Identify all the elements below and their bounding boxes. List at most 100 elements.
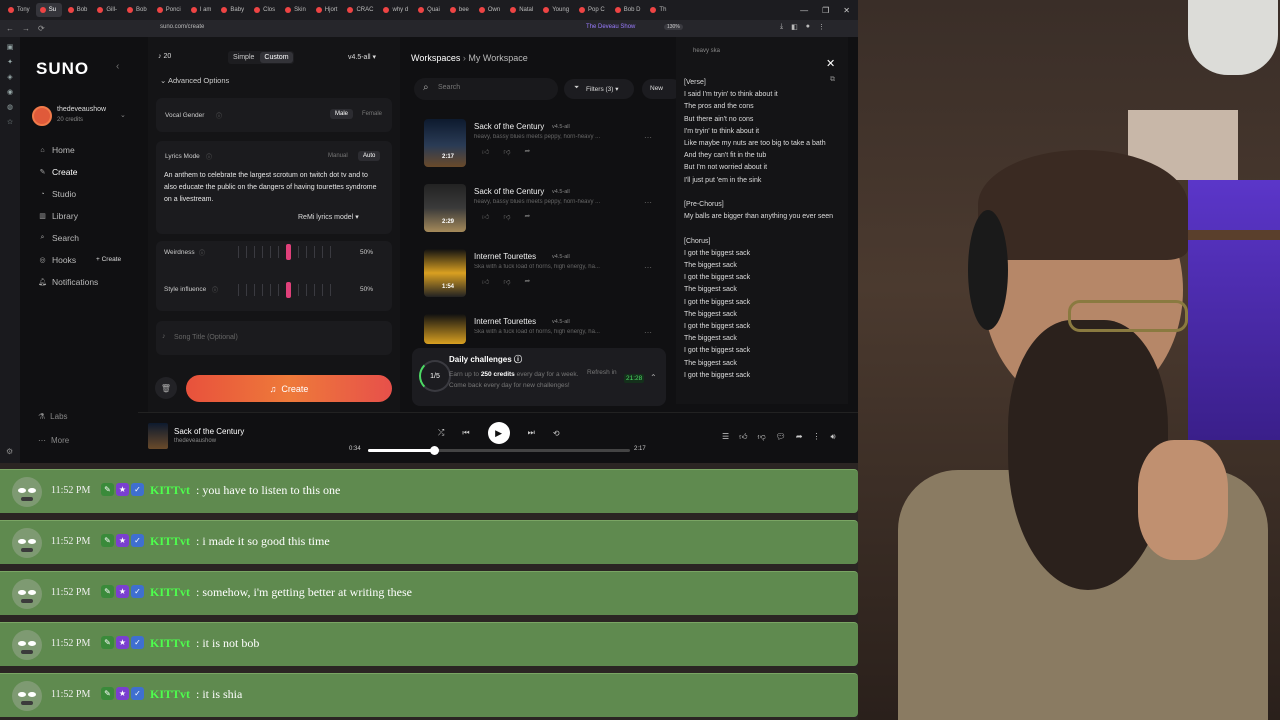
tab-active[interactable]: Su — [35, 3, 62, 17]
queue-icon[interactable]: ☰ — [722, 432, 729, 442]
track-title[interactable]: Sack of the Century — [474, 122, 544, 131]
tab[interactable]: Skin — [281, 3, 310, 17]
filters-button[interactable]: ⏷ Filters (3) ▾ — [564, 79, 634, 99]
minimize-icon[interactable]: — — [800, 6, 808, 15]
lyrics-manual-button[interactable]: Manual — [328, 153, 348, 159]
chat-username[interactable]: KITTvt — [150, 534, 190, 549]
tab[interactable]: Clos — [250, 3, 279, 17]
chat-username[interactable]: KITTvt — [150, 483, 190, 498]
thumbs-up-icon[interactable]: 👍︎ — [482, 277, 489, 286]
next-icon[interactable]: ⏭ — [528, 428, 535, 438]
now-playing-cover[interactable] — [148, 423, 168, 449]
chat-username[interactable]: KITTvt — [150, 585, 190, 600]
info-icon[interactable]: ⓘ — [199, 248, 205, 257]
mode-custom[interactable]: Custom — [260, 52, 293, 63]
mode-simple[interactable]: Simple — [229, 52, 258, 63]
share-icon[interactable]: ➦ — [524, 147, 530, 156]
thumbs-down-icon[interactable]: 👎︎ — [503, 212, 510, 221]
maximize-icon[interactable]: ❐ — [822, 6, 829, 15]
thumbs-down-icon[interactable]: 👎︎ — [503, 277, 510, 286]
share-icon[interactable]: ➦ — [796, 432, 803, 442]
more-options-icon[interactable]: ⋯ — [644, 198, 652, 207]
sidebar-item-labs[interactable]: ⚗ Labs — [38, 412, 68, 421]
track-cover[interactable]: 1:54 — [424, 249, 466, 297]
shuffle-icon[interactable]: ⤮ — [438, 428, 444, 438]
info-icon[interactable]: ⓘ — [212, 285, 218, 294]
track-title[interactable]: Internet Tourettes — [474, 317, 536, 326]
progress-handle[interactable] — [429, 446, 439, 455]
tab[interactable]: Own — [475, 3, 504, 17]
rail-icon[interactable]: ◈ — [7, 73, 12, 81]
more-options-icon[interactable]: ⋮ — [813, 432, 821, 442]
tab[interactable]: Hjort — [312, 3, 342, 17]
info-icon[interactable]: ⓘ — [206, 152, 212, 161]
song-title-input[interactable]: Song Title (Optional) — [174, 334, 238, 341]
chevron-up-icon[interactable]: ⌃ — [650, 373, 657, 382]
profile-icon[interactable]: ● — [806, 23, 810, 31]
tab[interactable]: Quai — [414, 3, 444, 17]
version-select[interactable]: v4.5-all ▾ — [348, 53, 376, 61]
vocal-male-button[interactable]: Male — [330, 109, 354, 119]
repeat-icon[interactable]: ⟲ — [553, 429, 560, 438]
comment-icon[interactable]: 💬︎ — [776, 432, 786, 442]
sidebar-item-hooks[interactable]: ◎ Hooks — [38, 255, 76, 265]
share-icon[interactable]: ➦ — [524, 212, 530, 221]
settings-gear-icon[interactable]: ⚙ — [6, 447, 13, 456]
tab[interactable]: Bob — [123, 3, 151, 17]
trash-icon[interactable]: 🗑︎ — [155, 377, 177, 399]
track-cover[interactable] — [424, 314, 466, 344]
sidebar-item-library[interactable]: ▥ Library — [38, 211, 78, 221]
lyrics-prompt-input[interactable]: An anthem to celebrate the largest scrot… — [164, 170, 379, 206]
now-playing-artist[interactable]: thedeveaushow — [174, 438, 216, 444]
tab[interactable]: I am — [187, 3, 216, 17]
slider-handle[interactable] — [286, 282, 291, 298]
share-icon[interactable]: ➦ — [524, 277, 530, 286]
tab[interactable]: Tony — [4, 3, 34, 17]
play-button[interactable]: ▶ — [487, 422, 510, 444]
slider-handle[interactable] — [286, 244, 291, 260]
track-cover[interactable]: 2:17 — [424, 119, 466, 167]
progress-bar[interactable] — [368, 446, 630, 455]
more-options-icon[interactable]: ⋯ — [644, 133, 652, 142]
previous-icon[interactable]: ⏮ — [462, 428, 469, 438]
tab[interactable]: Natal — [506, 3, 537, 17]
track-title[interactable]: Sack of the Century — [474, 187, 544, 196]
sidebar-item-studio[interactable]: ◔ Studio — [38, 189, 76, 199]
more-options-icon[interactable]: ⋯ — [644, 263, 652, 272]
chat-username[interactable]: KITTvt — [150, 687, 190, 702]
track-cover[interactable]: 2:29 — [424, 184, 466, 232]
info-icon[interactable]: ⓘ — [514, 355, 522, 364]
weirdness-slider[interactable] — [238, 243, 348, 261]
tab[interactable]: Th — [646, 3, 672, 17]
more-options-icon[interactable]: ⋯ — [644, 328, 652, 337]
thumbs-up-icon[interactable]: 👍︎ — [482, 147, 489, 156]
track-row[interactable]: 1:54 Internet Tourettes v4.5-all Ska wit… — [424, 249, 664, 309]
advanced-options-toggle[interactable]: ⌄ Advanced Options — [160, 76, 229, 85]
tab[interactable]: bee — [446, 3, 473, 17]
thumbs-up-icon[interactable]: 👍︎ — [482, 212, 489, 221]
suno-logo[interactable]: SUNO — [36, 59, 89, 79]
sidebar-item-more[interactable]: ⋯ More — [38, 436, 69, 445]
rail-icon[interactable]: ✦ — [7, 58, 13, 66]
thumbs-down-icon[interactable]: 👎︎ — [758, 432, 766, 442]
sidebar-item-notifications[interactable]: 🔔︎ Notifications — [38, 277, 98, 287]
tab[interactable]: Young — [539, 3, 573, 17]
breadcrumb-root[interactable]: Workspaces — [411, 53, 460, 63]
tab[interactable]: Pop C — [575, 3, 609, 17]
tab[interactable]: Bob — [64, 3, 92, 17]
sidebar-item-search[interactable]: ⌕ Search — [38, 233, 79, 243]
info-icon[interactable]: ⓘ — [216, 111, 222, 120]
workspace-search-input[interactable]: ⌕ Search — [414, 78, 558, 100]
tab[interactable]: CRAC — [343, 3, 377, 17]
track-title[interactable]: Internet Tourettes — [474, 252, 536, 261]
track-row[interactable]: 2:29 Sack of the Century v4.5-all heavy,… — [424, 184, 664, 244]
chat-username[interactable]: KITTvt — [150, 636, 190, 651]
sidebar-item-home[interactable]: ⌂ Home — [38, 145, 74, 155]
extension-icon[interactable]: ◧ — [791, 23, 798, 31]
lyrics-auto-button[interactable]: Auto — [358, 151, 381, 161]
style-influence-slider[interactable] — [238, 281, 348, 299]
tab[interactable]: Bob D — [611, 3, 645, 17]
avatar[interactable] — [32, 106, 52, 126]
tab[interactable]: Baby — [217, 3, 248, 17]
hooks-create-button[interactable]: + Create — [96, 256, 121, 263]
